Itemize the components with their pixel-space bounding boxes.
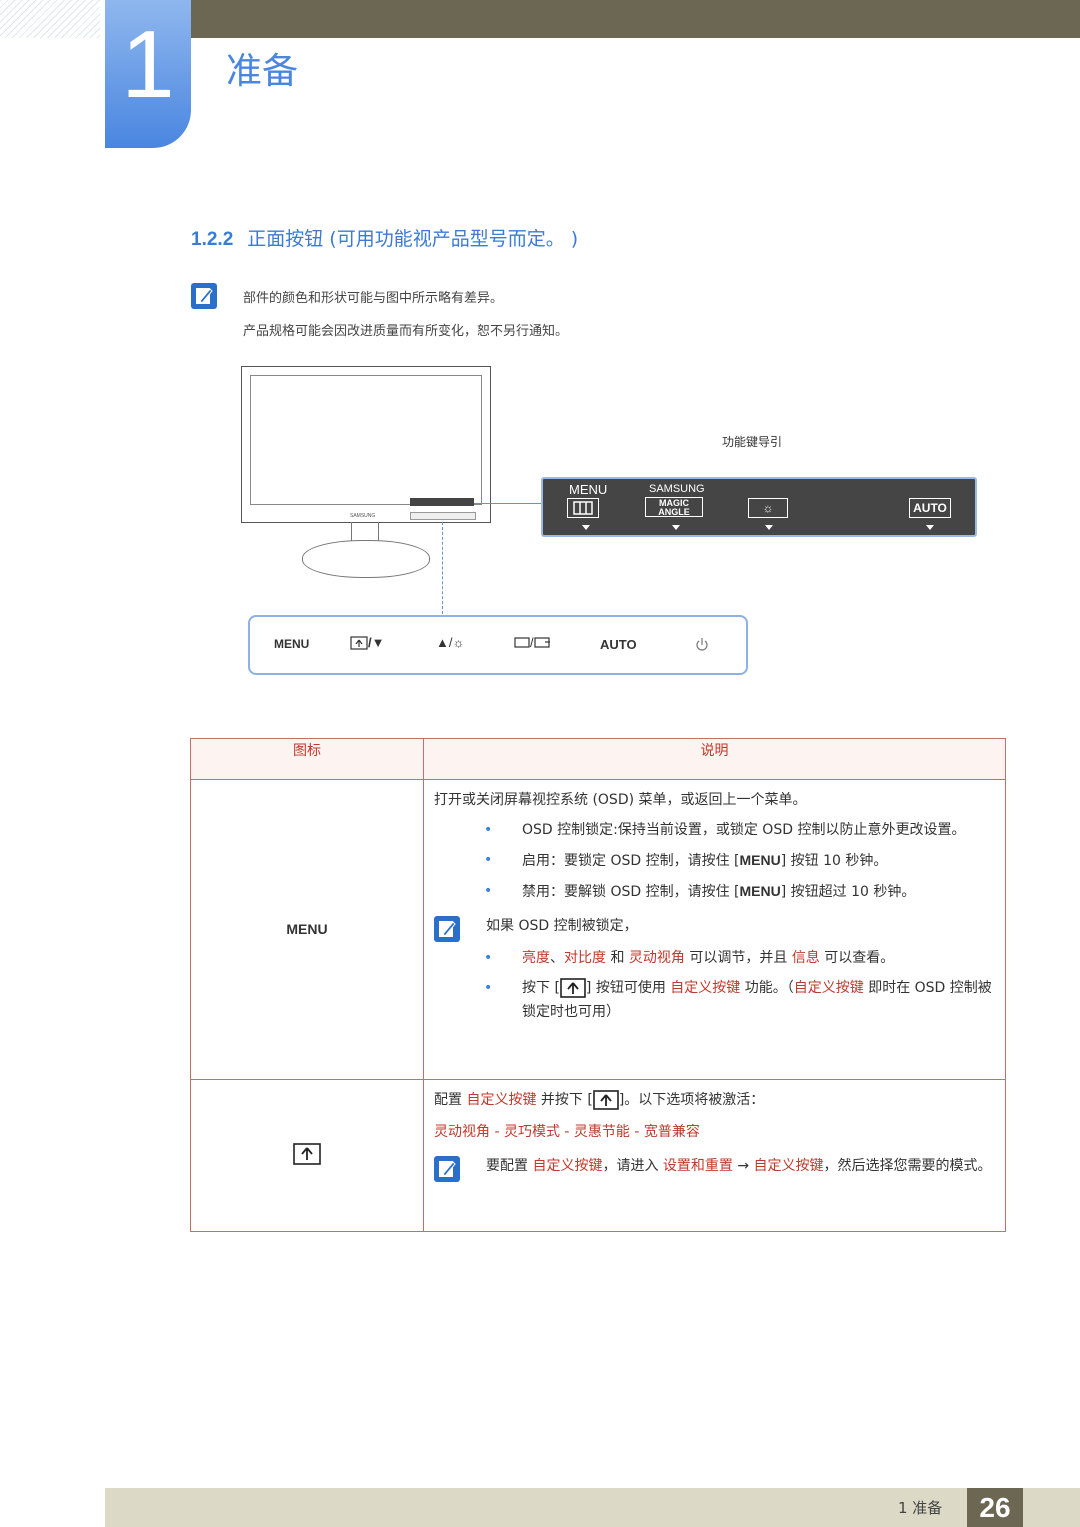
- custom-note-text: 要配置 自定义按键，请进入 设置和重置 → 自定义按键，然后选择您需要的模式。: [486, 1158, 992, 1174]
- function-key-guide: MENU SAMSUNG MAGIC ANGLE ☼ AUTO: [541, 477, 977, 537]
- note-icon: [191, 283, 217, 309]
- note-icon: [434, 916, 460, 942]
- front-source-button: /: [514, 635, 552, 650]
- page-number: 26: [967, 1488, 1023, 1527]
- monitor-stand-base: [302, 540, 430, 578]
- chapter-title: 准备: [226, 51, 299, 92]
- monitor-button-strip: [410, 498, 474, 506]
- menu-bullet-locked-features: 亮度、对比度 和 灵动视角 可以调节，并且 信息 可以查看。: [434, 946, 995, 970]
- header-bar: [190, 0, 1080, 38]
- table-row-menu: MENU 打开或关闭屏幕视控系统 (OSD) 菜单，或返回上一个菜单。 OSD …: [190, 779, 1006, 1080]
- section-heading: 1.2.2 正面按钮 (可用功能视产品型号而定。 ): [191, 224, 578, 251]
- custom-key-icon: [593, 1090, 619, 1110]
- guide-arrow-4: [926, 525, 934, 530]
- connector-line-vertical: [442, 522, 443, 614]
- guide-arrow-2: [672, 525, 680, 530]
- menu-desc-cell: 打开或关闭屏幕视控系统 (OSD) 菜单，或返回上一个菜单。 OSD 控制锁定:…: [423, 779, 1006, 1080]
- monitor-icon: [514, 636, 530, 648]
- guide-brand-label: SAMSUNG: [649, 483, 705, 495]
- menu-icon-cell: MENU: [190, 779, 424, 1080]
- guide-arrow-1: [582, 525, 590, 530]
- table-row-custom-key: 配置 自定义按键 并按下 []。以下选项将被激活： 灵动视角 - 灵巧模式 - …: [190, 1079, 1006, 1232]
- monitor-brand: SAMSUNG: [350, 513, 376, 519]
- section-number: 1.2.2: [191, 229, 234, 250]
- guide-menu-label: MENU: [569, 482, 608, 497]
- monitor-button-strip-lower: [410, 512, 476, 520]
- guide-label: 功能键导引: [722, 435, 783, 449]
- custom-key-icon: [350, 635, 368, 650]
- custom-note: 要配置 自定义按键，请进入 设置和重置 → 自定义按键，然后选择您需要的模式。: [434, 1154, 995, 1182]
- power-icon: [696, 638, 708, 651]
- note-text-1: 部件的颜色和形状可能与图中所示略有差异。: [243, 291, 504, 306]
- header-hatch: [0, 0, 100, 38]
- guide-menu-icon: [567, 498, 599, 518]
- button-description-table: 图标 说明 MENU 打开或关闭屏幕视控系统 (OSD) 菜单，或返回上一个菜单…: [190, 738, 1006, 1232]
- connector-line-horizontal: [474, 503, 542, 504]
- note-text-2: 产品规格可能会因改进质量而有所变化，恕不另行通知。: [243, 324, 569, 339]
- menu-icon: MENU: [286, 921, 328, 937]
- enter-icon: [534, 636, 550, 648]
- custom-icon-cell: [190, 1079, 424, 1232]
- custom-options: 灵动视角 - 灵巧模式 - 灵惠节能 - 宽普兼容: [434, 1124, 700, 1140]
- menu-bullet-lock: OSD 控制锁定:保持当前设置，或锁定 OSD 控制以防止意外更改设置。: [434, 818, 995, 842]
- front-button-panel: MENU /▼ ▲/☼ / AUTO: [248, 615, 748, 675]
- section-title: 正面按钮 (可用功能视产品型号而定。 ): [247, 228, 579, 250]
- footer-chapter: 1 准备: [898, 1499, 943, 1517]
- front-menu-button: MENU: [274, 637, 310, 651]
- menu-note-text: 如果 OSD 控制被锁定，: [486, 918, 638, 934]
- guide-arrow-3: [765, 525, 773, 530]
- front-power-button: [695, 637, 709, 657]
- table-header-desc: 说明: [423, 738, 1006, 780]
- custom-key-icon: [560, 978, 586, 998]
- note-icon: [434, 1156, 460, 1182]
- menu-bullet-disable: 禁用：要解锁 OSD 控制，请按住 [MENU] 按钮超过 10 秒钟。: [434, 879, 995, 904]
- front-custom-down-label: /▼: [368, 635, 385, 650]
- custom-intro: 配置 自定义按键 并按下 []。以下选项将被激活：: [434, 1090, 765, 1110]
- guide-brightness-icon: ☼: [748, 498, 788, 518]
- front-auto-button: AUTO: [600, 637, 637, 652]
- chapter-number: 1: [121, 11, 175, 118]
- front-up-brightness-button: ▲/☼: [436, 635, 465, 650]
- custom-key-icon: [293, 1142, 321, 1165]
- front-custom-down-button: /▼: [350, 635, 384, 650]
- menu-bullet-custom-key: 按下 [] 按钮可使用 自定义按键 功能。（自定义按键 即时在 OSD 控制被锁…: [434, 976, 995, 1024]
- guide-auto-icon: AUTO: [909, 498, 951, 518]
- custom-desc-cell: 配置 自定义按键 并按下 []。以下选项将被激活： 灵动视角 - 灵巧模式 - …: [423, 1079, 1006, 1232]
- menu-intro: 打开或关闭屏幕视控系统 (OSD) 菜单，或返回上一个菜单。: [434, 792, 807, 808]
- table-header-icon: 图标: [190, 738, 424, 780]
- guide-angle-label: ANGLE: [658, 507, 690, 517]
- menu-bullet-enable: 启用：要锁定 OSD 控制，请按住 [MENU] 按钮 10 秒钟。: [434, 848, 995, 873]
- monitor-screen: [250, 375, 482, 505]
- menu-note: 如果 OSD 控制被锁定，: [434, 914, 995, 942]
- guide-magic-angle-icon: MAGIC ANGLE: [645, 497, 703, 517]
